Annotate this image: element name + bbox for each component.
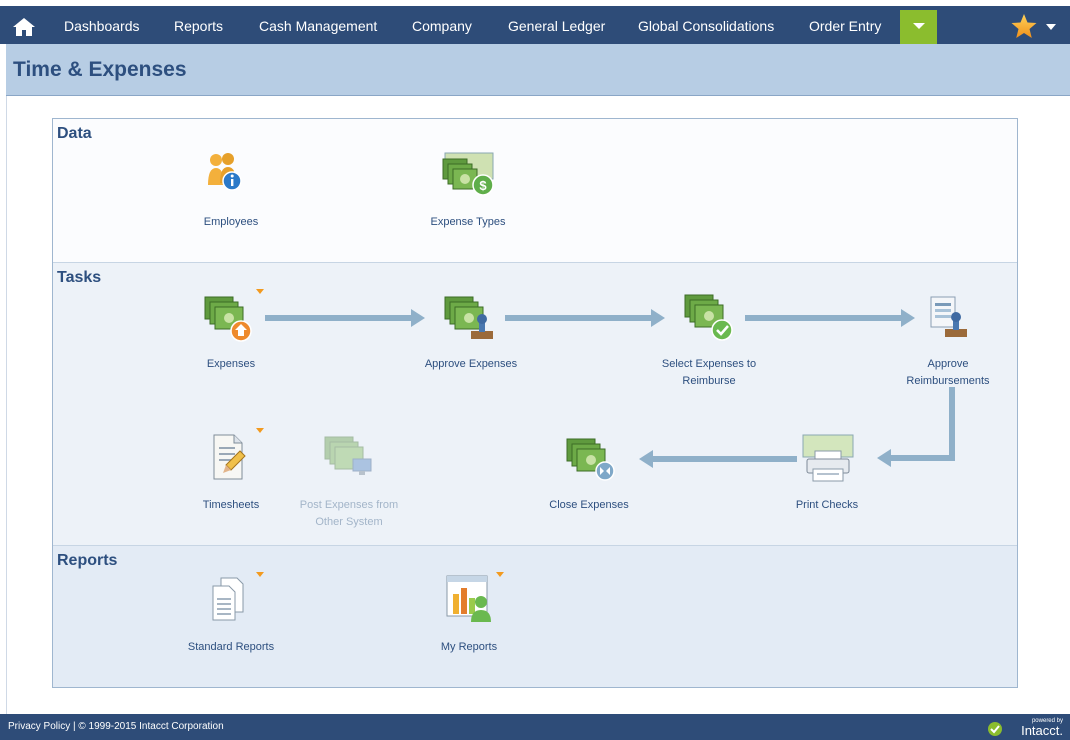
top-nav: Dashboards Reports Cash Management Compa… [0, 0, 1070, 44]
nav-order-entry[interactable]: Order Entry [809, 18, 881, 34]
expenses-caret-icon[interactable] [256, 289, 264, 294]
favorites-caret-icon[interactable] [1046, 24, 1056, 30]
select-expenses-icon[interactable] [683, 293, 735, 343]
timesheets-link[interactable]: Timesheets [181, 497, 281, 514]
main-panel: Data Employees $ Expense Types Tasks Exp… [52, 118, 1018, 688]
my-reports-link[interactable]: My Reports [419, 639, 519, 656]
my-reports-icon[interactable] [443, 572, 495, 626]
standard-reports-caret-icon[interactable] [256, 572, 264, 577]
reports-section: Reports Standard Reports My Reports [53, 546, 1017, 687]
post-expenses-label-line2: Other System [315, 516, 383, 528]
left-rail [0, 44, 7, 714]
approve-expenses-icon[interactable] [443, 295, 495, 343]
timesheets-icon[interactable] [208, 433, 250, 483]
footer: Privacy Policy | © 1999-2015 Intacct Cor… [0, 714, 1070, 740]
approve-reimb-label-line1: Approve [927, 358, 969, 370]
nav-global-consolidations[interactable]: Global Consolidations [638, 18, 774, 34]
post-expenses-label-line1: Post Expenses from [299, 499, 399, 511]
home-icon[interactable] [10, 14, 38, 40]
approve-reimb-label-line2: Reimbursements [906, 375, 990, 387]
nav-cash-management[interactable]: Cash Management [259, 18, 377, 34]
standard-reports-link[interactable]: Standard Reports [171, 639, 291, 656]
expense-types-link[interactable]: Expense Types [418, 214, 518, 231]
my-reports-caret-icon[interactable] [496, 572, 504, 577]
intacct-logo: powered by Intacct. [988, 718, 1063, 738]
svg-text:$: $ [479, 178, 487, 193]
tasks-section: Tasks Expenses Approve Expenses Select E… [53, 263, 1017, 546]
nav-reports[interactable]: Reports [174, 18, 223, 34]
data-section-title: Data [57, 125, 92, 142]
standard-reports-icon[interactable] [207, 576, 249, 624]
print-checks-icon[interactable] [799, 433, 857, 483]
timesheets-caret-icon[interactable] [256, 428, 264, 433]
reports-section-title: Reports [57, 552, 118, 569]
nav-general-ledger[interactable]: General Ledger [508, 18, 605, 34]
select-expenses-label-line2: Reimburse [682, 375, 736, 387]
close-expenses-icon[interactable] [565, 437, 617, 485]
approve-reimbursements-icon[interactable] [927, 295, 971, 341]
approve-reimbursements-link[interactable]: Approve Reimbursements [888, 356, 1008, 390]
select-expenses-label-line1: Select Expenses to [661, 358, 757, 370]
data-section: Data Employees $ Expense Types [53, 119, 1017, 263]
close-expenses-link[interactable]: Close Expenses [539, 497, 639, 514]
expense-types-icon[interactable]: $ [441, 151, 497, 199]
post-expenses-link: Post Expenses from Other System [289, 497, 409, 531]
nav-dashboards[interactable]: Dashboards [64, 18, 140, 34]
employees-icon[interactable] [206, 151, 242, 197]
footer-copyright[interactable]: Privacy Policy | © 1999-2015 Intacct Cor… [8, 721, 224, 732]
employees-link[interactable]: Employees [181, 214, 281, 231]
expenses-icon[interactable] [203, 295, 253, 343]
expenses-link[interactable]: Expenses [181, 356, 281, 373]
more-menu-button[interactable] [900, 10, 937, 44]
select-expenses-link[interactable]: Select Expenses to Reimburse [649, 356, 769, 390]
post-expenses-icon [324, 436, 372, 475]
print-checks-link[interactable]: Print Checks [777, 497, 877, 514]
title-bar: Time & Expenses [6, 44, 1070, 96]
page-title: Time & Expenses [13, 58, 187, 81]
favorites-star-icon[interactable] [1010, 12, 1038, 40]
approve-expenses-link[interactable]: Approve Expenses [411, 356, 531, 373]
intacct-brand-text: Intacct. [1021, 723, 1063, 738]
nav-company[interactable]: Company [412, 18, 472, 34]
